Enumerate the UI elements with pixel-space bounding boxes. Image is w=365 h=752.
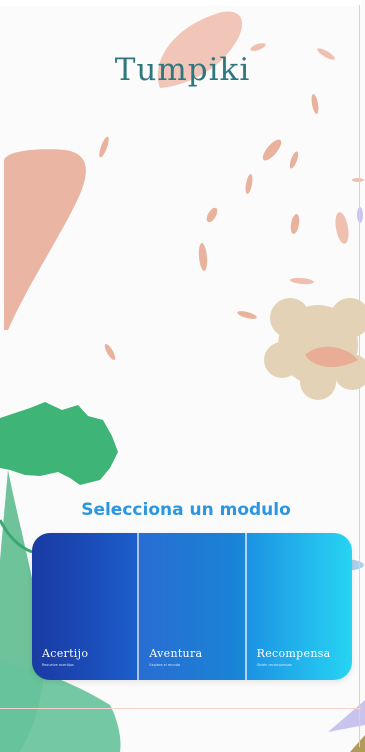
petal-shape [206,207,218,223]
module-subtitle: Resuelve acertijos [42,663,74,667]
frame-divider-right [359,5,360,747]
petal-shape [290,277,314,285]
app-screen: Tumpiki Selecciona un modulo Acertijo Re… [0,0,365,752]
petal-shape [311,94,319,114]
module-subtitle: Explora el mundo [149,663,181,667]
petal-shape [357,207,363,223]
petal-shape [198,243,208,271]
petal-shape [237,311,257,319]
petal-shape [245,174,253,194]
petal-shape [4,149,86,330]
petal-shape [262,139,282,161]
petal-shape [335,212,349,244]
petal-shape [250,43,266,51]
dandelion-shape [264,298,365,400]
petal-shape [104,344,116,360]
petal-shape [289,151,299,169]
module-card-recompensa[interactable]: Recompensa Obtén recompensas [244,533,352,680]
fern-shape [350,735,365,752]
frame-divider-bottom [0,708,361,709]
module-card-acertijo[interactable]: Acertijo Resuelve acertijos [32,533,138,680]
module-name: Aventura [149,647,203,660]
petal-shape [290,214,300,234]
app-logo: Tumpiki [114,52,251,88]
module-name: Acertijo [42,647,89,660]
petal-shape [99,136,109,158]
module-subtitle: Obtén recompensas [256,663,292,667]
module-selector: Acertijo Resuelve acertijos Aventura Exp… [32,533,352,680]
petal-shape [352,178,364,182]
section-title: Selecciona un modulo [81,500,291,520]
module-name: Recompensa [256,647,331,660]
module-card-aventura[interactable]: Aventura Explora el mundo [137,533,245,680]
